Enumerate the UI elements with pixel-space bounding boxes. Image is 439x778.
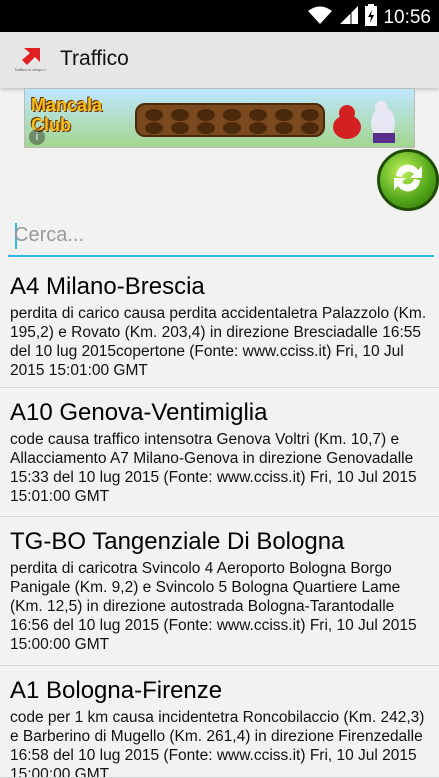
- list-item[interactable]: A4 Milano-Brescia perdita di carico caus…: [0, 262, 439, 388]
- refresh-button[interactable]: [377, 149, 439, 211]
- road-name: A10 Genova-Ventimiglia: [10, 399, 268, 426]
- ad-brand-text: Mancala Club: [31, 95, 111, 135]
- wifi-icon: [307, 5, 333, 30]
- ad-brand-label: Mancala Club: [31, 95, 103, 135]
- list-item[interactable]: A10 Genova-Ventimiglia code causa traffi…: [0, 388, 439, 517]
- signal-icon: [339, 5, 359, 30]
- refresh-icon: [388, 158, 428, 203]
- road-name: TG-BO Tangenziale Di Bologna: [10, 528, 345, 555]
- traffic-list[interactable]: A4 Milano-Brescia perdita di carico caus…: [0, 262, 439, 778]
- status-icons: 10:56: [307, 4, 431, 31]
- list-item[interactable]: A1 Bologna-Firenze code per 1 km causa i…: [0, 666, 439, 778]
- incident-description: code per 1 km causa incidentetra Roncobi…: [10, 709, 425, 778]
- search-box[interactable]: [8, 213, 434, 257]
- status-bar: 10:56: [0, 0, 439, 32]
- ad-characters-image: [325, 97, 405, 145]
- app-logo: Traffico in tempo reale: [14, 46, 54, 72]
- incident-description: code causa traffico intensotra Genova Vo…: [10, 431, 417, 505]
- clock: 10:56: [383, 6, 431, 28]
- mancala-board-image: [135, 103, 325, 137]
- action-bar: Traffico in tempo reale Traffico: [0, 32, 439, 88]
- list-item[interactable]: TG-BO Tangenziale Di Bologna perdita di …: [0, 517, 439, 666]
- incident-description: perdita di carico causa perdita accident…: [10, 305, 427, 379]
- ad-info-icon[interactable]: i: [29, 129, 45, 145]
- battery-icon: [365, 4, 378, 31]
- incident-description: perdita di caricotra Svincolo 4 Aeroport…: [10, 560, 417, 653]
- search-input[interactable]: [14, 219, 414, 251]
- svg-text:Traffico in tempo reale: Traffico in tempo reale: [14, 67, 46, 72]
- ad-banner[interactable]: Mancala Club i: [24, 88, 415, 148]
- road-name: A4 Milano-Brescia: [10, 273, 205, 300]
- road-name: A1 Bologna-Firenze: [10, 677, 223, 704]
- app-title: Traffico: [60, 47, 129, 70]
